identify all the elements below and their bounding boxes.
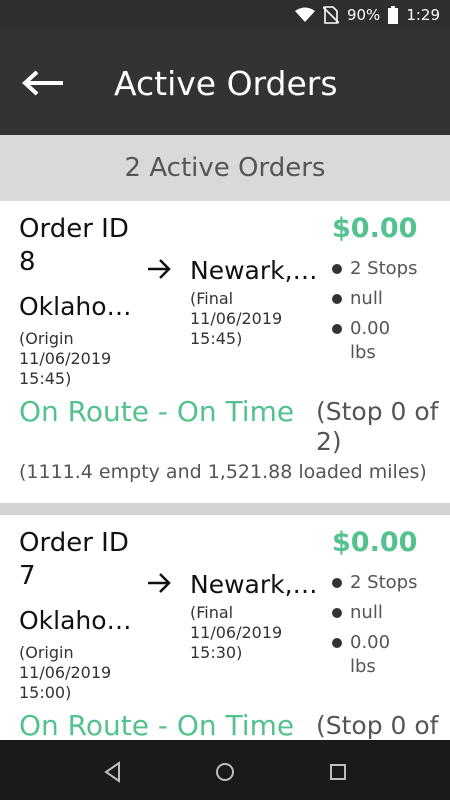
no-sim-icon — [322, 6, 339, 24]
app-bar: Active Orders — [0, 30, 450, 135]
order-id: Order ID 8 — [19, 214, 129, 277]
order-status: On Route - On Time — [19, 395, 295, 428]
destination-name: Newark,… — [190, 570, 318, 599]
null-text: null — [350, 288, 383, 309]
null-text: null — [350, 602, 383, 623]
stop-progress: (Stop 0 of — [316, 711, 439, 740]
weight-text: 0.00 lbs — [350, 632, 391, 677]
back-arrow-icon — [22, 70, 63, 96]
back-button[interactable] — [18, 58, 68, 108]
page-title: Active Orders — [114, 64, 338, 103]
nav-home-icon[interactable] — [213, 760, 237, 784]
arrow-right-icon — [146, 258, 172, 286]
bullet-dot-icon — [332, 638, 342, 648]
order-price: $0.00 — [332, 527, 418, 558]
final-note-text: (Final 11/06/2019 15:30) — [190, 603, 283, 662]
origin-name: Oklaho… — [19, 292, 132, 321]
nav-back-icon[interactable] — [101, 760, 125, 784]
order-card[interactable]: Order ID 7 Newark,… (Final 11/06/2019 15… — [0, 515, 450, 740]
null-item: null — [332, 287, 442, 311]
destination-name: Newark,… — [190, 256, 318, 285]
bullet-dot-icon — [332, 608, 342, 618]
system-nav-bar — [0, 740, 450, 800]
clock-time: 1:29 — [406, 6, 440, 24]
weight-item: 0.00 lbs — [332, 317, 442, 365]
bullet-dot-icon — [332, 578, 342, 588]
stops-text: 2 Stops — [350, 572, 418, 593]
origin-time: (Origin 11/06/2019 15:45) — [19, 329, 129, 389]
bullet-dot-icon — [332, 324, 342, 334]
weight-item: 0.00 lbs — [332, 631, 442, 679]
order-price: $0.00 — [332, 213, 418, 244]
destination-final-time: (Final 11/06/2019 15:45) — [190, 289, 300, 349]
orders-count-header: 2 Active Orders — [0, 135, 450, 201]
stops-text: 2 Stops — [350, 258, 418, 279]
weight-text: 0.00 lbs — [350, 318, 391, 363]
origin-note-text: (Origin 11/06/2019 15:00) — [19, 643, 112, 702]
order-card[interactable]: Order ID 8 Newark,… (Final 11/06/2019 15… — [0, 201, 450, 503]
miles-summary: (1111.4 empty and 1,521.88 loaded miles) — [19, 461, 427, 483]
stop-progress: (Stop 0 of 2) — [316, 397, 439, 456]
origin-note-text: (Origin 11/06/2019 15:45) — [19, 329, 112, 388]
origin-name: Oklaho… — [19, 606, 132, 635]
arrow-right-icon — [146, 572, 172, 600]
wifi-icon — [294, 7, 315, 22]
order-status: On Route - On Time — [19, 709, 295, 740]
battery-percent: 90% — [346, 6, 381, 24]
stops-item: 2 Stops — [332, 571, 442, 595]
order-details: 2 Stops null 0.00 lbs — [332, 257, 442, 371]
stops-item: 2 Stops — [332, 257, 442, 281]
origin-time: (Origin 11/06/2019 15:00) — [19, 643, 129, 703]
bullet-dot-icon — [332, 294, 342, 304]
order-details: 2 Stops null 0.00 lbs — [332, 571, 442, 685]
bullet-dot-icon — [332, 264, 342, 274]
destination-final-time: (Final 11/06/2019 15:30) — [190, 603, 300, 663]
nav-recents-icon[interactable] — [326, 760, 350, 784]
card-divider — [0, 503, 450, 515]
null-item: null — [332, 601, 442, 625]
battery-icon — [388, 6, 399, 24]
order-id: Order ID 7 — [19, 528, 129, 591]
final-note-text: (Final 11/06/2019 15:45) — [190, 289, 283, 348]
orders-list[interactable]: Order ID 8 Newark,… (Final 11/06/2019 15… — [0, 201, 450, 740]
status-bar: 90% 1:29 — [0, 0, 450, 30]
